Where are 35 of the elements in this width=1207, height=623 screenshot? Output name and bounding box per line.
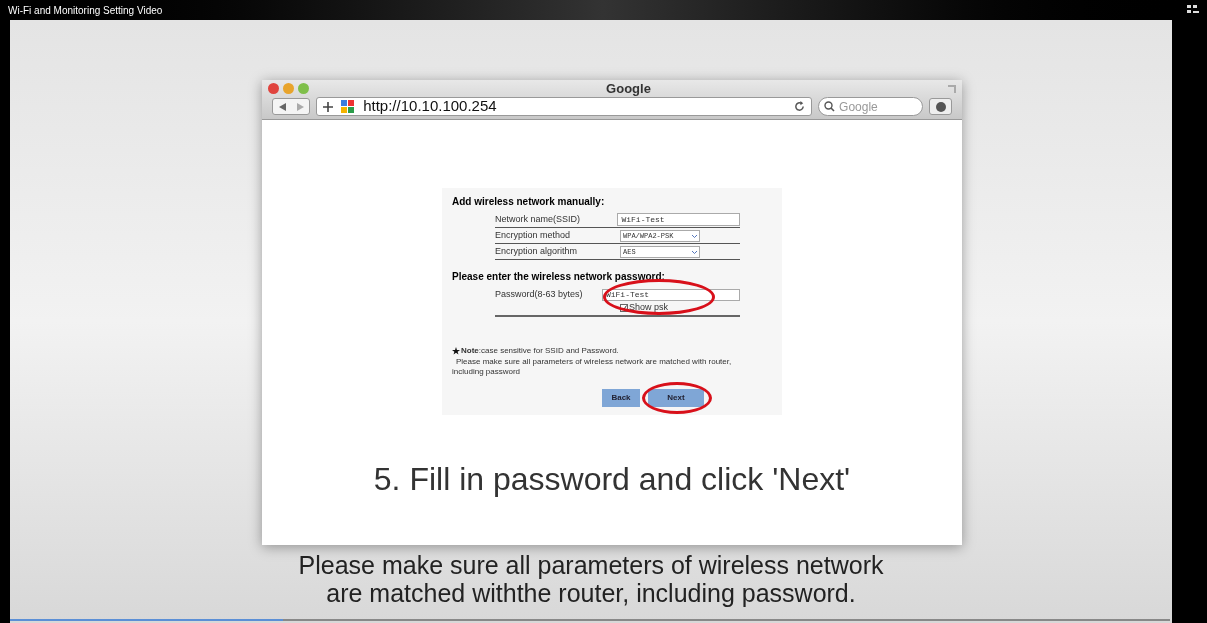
site-icon xyxy=(341,99,356,114)
note-detail: Please make sure all parameters of wireless network are matched with router, including password xyxy=(452,356,733,377)
window-title: Google xyxy=(605,79,652,98)
form-button[interactable]: Next xyxy=(648,388,704,407)
close-icon[interactable] xyxy=(268,83,279,94)
checkbox[interactable] xyxy=(620,303,628,312)
form-button[interactable]: Back xyxy=(602,388,640,407)
checkbox-label: Show psk xyxy=(629,300,669,314)
address-field[interactable]: http://10.10.100.254 xyxy=(316,97,813,116)
left-triangle-icon xyxy=(278,102,286,111)
downloads-button[interactable] xyxy=(929,98,952,115)
video-title: Wi-Fi and Monitoring Setting Video xyxy=(8,3,163,18)
note-text: Note:case sensitive for SSID and Password. xyxy=(461,344,619,357)
subtitle-text: are matched withthe router, including password. xyxy=(326,579,856,607)
section-heading: Add wireless network manually: xyxy=(452,195,606,209)
field-label: Encryption method xyxy=(495,228,572,242)
search-icon xyxy=(824,101,836,112)
check-icon xyxy=(621,304,627,311)
right-triangle-icon xyxy=(296,102,304,111)
subtitle-text: Please make sure all parameters of wireless network xyxy=(298,551,884,579)
section-heading: Please enter the wireless network password: xyxy=(452,270,666,284)
download-icon xyxy=(935,101,946,112)
star-icon xyxy=(452,346,460,355)
field-label: Encryption algorithm xyxy=(495,244,579,258)
plus-icon[interactable] xyxy=(323,101,334,112)
password-field[interactable]: WiFi-Test xyxy=(601,288,740,301)
url-text: http://10.10.100.254 xyxy=(363,96,498,117)
field-label: Password(8-63 bytes) xyxy=(495,288,584,301)
text-field[interactable]: WiFi-Test xyxy=(617,213,740,226)
back-forward-button[interactable] xyxy=(272,98,311,115)
field-label: Network name(SSID) xyxy=(495,212,582,226)
reload-icon[interactable] xyxy=(794,101,806,112)
caption-text: 5. Fill in password and click 'Next' xyxy=(373,460,851,499)
search-field[interactable]: Google xyxy=(818,97,924,116)
fullscreen-icon[interactable] xyxy=(1187,5,1199,15)
